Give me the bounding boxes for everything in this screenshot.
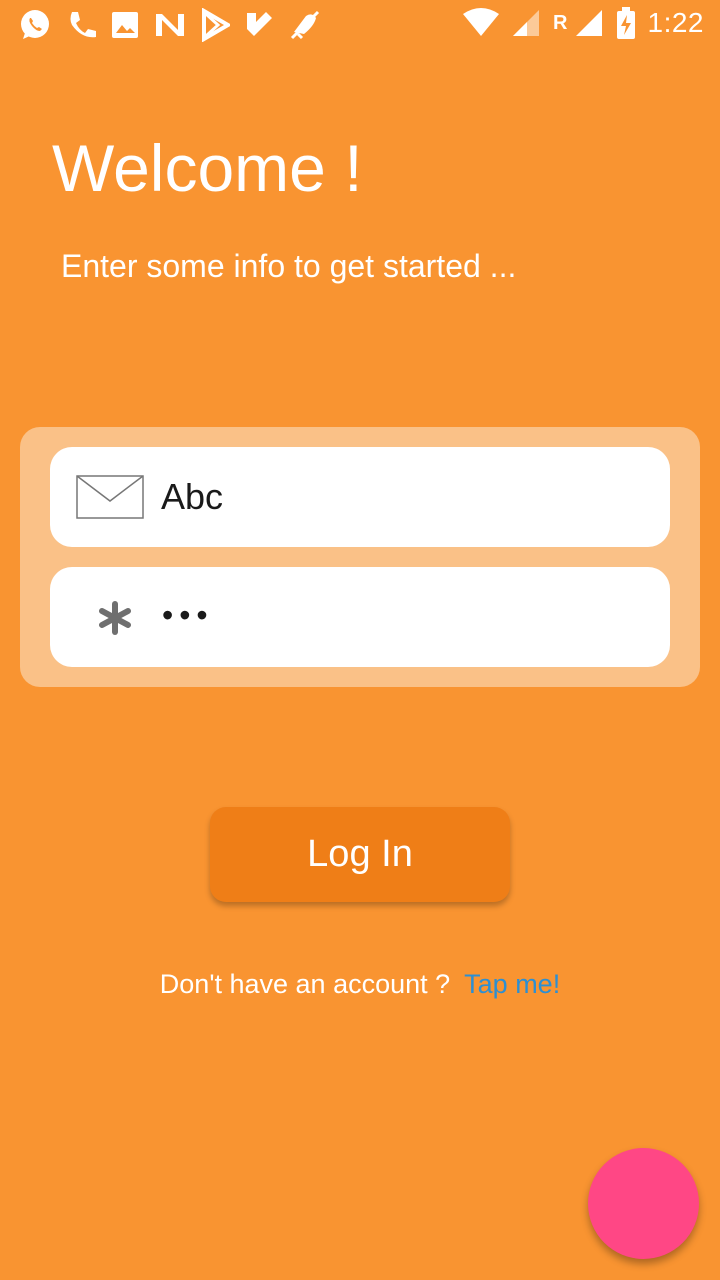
signup-row: Don't have an account ? Tap me!	[0, 964, 720, 1004]
signal-icon	[511, 8, 541, 38]
login-button[interactable]: Log In	[210, 807, 510, 902]
n-icon	[154, 8, 186, 42]
clock: 1:22	[647, 7, 704, 38]
password-field[interactable]: •••	[50, 567, 670, 667]
signup-link[interactable]: Tap me!	[464, 969, 560, 999]
play-store-icon	[200, 8, 230, 42]
floating-action-button[interactable]	[588, 1148, 699, 1259]
signup-prompt: Don't have an account ?	[159, 969, 451, 999]
signal-full-icon	[574, 8, 604, 38]
password-input[interactable]: •••	[162, 591, 214, 639]
phone-icon	[66, 8, 96, 42]
roaming-indicator: R	[553, 11, 568, 34]
email-field[interactable]: Abc	[50, 447, 670, 547]
mute-icon	[288, 8, 322, 42]
page-title: Welcome !	[52, 131, 363, 205]
system-icons: R 1:22	[463, 7, 704, 39]
wifi-icon	[463, 8, 500, 38]
image-icon	[110, 8, 140, 42]
email-input[interactable]: Abc	[161, 473, 223, 521]
asterisk-icon	[98, 601, 132, 640]
status-bar: R 1:22	[0, 0, 720, 50]
check-icon	[244, 8, 274, 42]
login-form-card: Abc •••	[20, 427, 700, 687]
battery-charging-icon	[616, 7, 636, 39]
whatsapp-icon	[18, 8, 52, 42]
notification-icons	[18, 8, 322, 42]
page-subtitle: Enter some info to get started ...	[61, 248, 517, 284]
envelope-icon	[76, 475, 144, 524]
